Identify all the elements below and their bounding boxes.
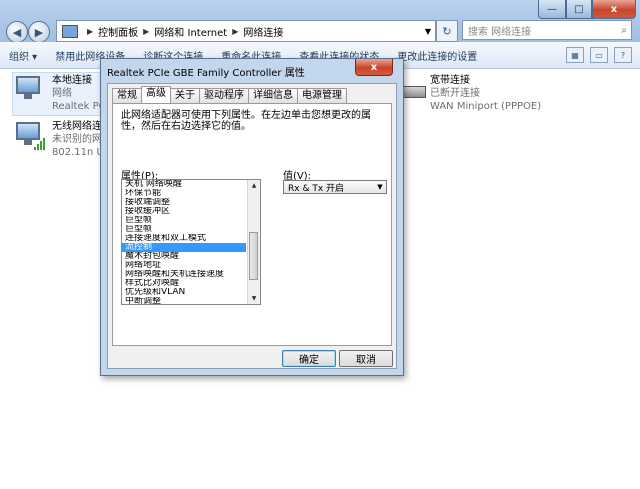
property-listbox[interactable]: 关机 网络唤醒 环保节能 接收端调整 接收缓冲区 巨型帧 巨型帧 连接速度和双工模式 流控制魔…	[121, 179, 261, 305]
dialog-close-button[interactable]: x	[355, 59, 393, 76]
address-bar[interactable]: ▶ 控制面板 ▶ 网络和 Internet ▶ 网络连接 ▼	[56, 20, 436, 42]
breadcrumb-item[interactable]: 控制面板	[98, 24, 138, 39]
panel-description: 此网络适配器可使用下列属性。在左边单击您想更改的属性，然后在右边选择它的值。	[121, 110, 371, 132]
chevron-down-icon: ▼	[377, 183, 383, 191]
organize-menu[interactable]: 组织 ▾	[0, 48, 46, 63]
value-select[interactable]: Rx & Tx 开启 ▼	[283, 180, 387, 194]
connection-status: 网络	[52, 88, 72, 99]
scroll-thumb[interactable]	[249, 232, 258, 280]
connection-wireless[interactable]: 无线网络连 未识别的网络 802.11n U	[14, 120, 112, 159]
scroll-down-icon[interactable]: ▼	[248, 293, 260, 304]
view-controls: ▦ ▭ ?	[566, 47, 640, 63]
dialog-title: Realtek PCIe GBE Family Controller 属性	[107, 68, 305, 79]
wireless-adapter-icon	[14, 120, 46, 152]
listbox-scrollbar[interactable]: ▲ ▼	[247, 180, 260, 304]
tab-general[interactable]: 常规	[112, 88, 142, 103]
chevron-right-icon: ▶	[143, 26, 150, 36]
cancel-button[interactable]: 取消	[339, 350, 393, 367]
chevron-right-icon: ▶	[232, 26, 239, 36]
control-panel-icon	[62, 24, 78, 38]
back-button[interactable]: ◀	[6, 21, 28, 43]
property-list-item[interactable]: 巨型帧	[122, 225, 246, 234]
scroll-up-icon[interactable]: ▲	[248, 180, 260, 191]
chevron-right-icon: ▶	[87, 26, 94, 36]
search-icon: ⌕	[621, 24, 627, 36]
property-list-item[interactable]: 样式比对唤醒	[122, 279, 246, 288]
view-options-icon[interactable]: ▦	[566, 47, 584, 63]
tab-driver[interactable]: 驱动程序	[199, 88, 249, 103]
property-list-item[interactable]: 接收端调整	[122, 198, 246, 207]
connection-device: WAN Miniport (PPPOE)	[430, 101, 542, 112]
connection-broadband[interactable]: 宽带连接 已断开连接 WAN Miniport (PPPOE)	[400, 74, 541, 113]
property-list-item[interactable]: 网络地址	[122, 261, 246, 270]
connection-name: 宽带连接	[430, 75, 470, 86]
property-list-item[interactable]: 接收缓冲区	[122, 207, 246, 216]
close-button[interactable]: x	[592, 0, 636, 19]
dialog-body: 常规 高级 关于 驱动程序 详细信息 电源管理 此网络适配器可使用下列属性。在左…	[107, 83, 397, 369]
connection-status: 已断开连接	[430, 88, 480, 99]
minimize-button[interactable]: —	[538, 0, 566, 19]
tab-strip: 常规 高级 关于 驱动程序 详细信息 电源管理	[112, 86, 347, 103]
help-icon[interactable]: ?	[614, 47, 632, 63]
window-controls: — □ x	[538, 0, 636, 19]
connection-device: Realtek PC	[52, 101, 106, 112]
properties-dialog: Realtek PCIe GBE Family Controller 属性 x …	[100, 58, 404, 376]
breadcrumb: ▶ 控制面板 ▶ 网络和 Internet ▶ 网络连接	[82, 24, 283, 39]
maximize-button[interactable]: □	[566, 0, 592, 19]
property-list-item[interactable]: 中断调整	[122, 297, 246, 304]
property-list-item[interactable]: 巨型帧	[122, 216, 246, 225]
breadcrumb-item[interactable]: 网络和 Internet	[154, 24, 227, 39]
tab-power-management[interactable]: 电源管理	[297, 88, 347, 103]
signal-bars-icon	[34, 138, 45, 150]
chevron-down-icon[interactable]: ▼	[421, 27, 435, 36]
connection-local[interactable]: 本地连接 网络 Realtek PC	[14, 74, 106, 113]
property-list-item[interactable]: 优先级和VLAN	[122, 288, 246, 297]
property-list-item[interactable]: 连接速度和双工模式	[122, 234, 246, 243]
network-adapter-icon	[14, 74, 46, 106]
property-list-item[interactable]: 环保节能	[122, 189, 246, 198]
tab-details[interactable]: 详细信息	[248, 88, 298, 103]
arrow-right-icon: ▶	[34, 25, 44, 39]
refresh-icon: ↻	[442, 24, 452, 38]
property-list-item[interactable]: 流控制	[122, 243, 246, 252]
tab-advanced[interactable]: 高级	[141, 86, 171, 103]
property-list-item[interactable]: 魔术封包唤醒	[122, 252, 246, 261]
property-list-item[interactable]: 网络唤醒和关机连接速度	[122, 270, 246, 279]
explorer-title-bar: — □ x ◀ ▶ ▶ 控制面板 ▶ 网络和 Internet ▶ 网络连接 ▼…	[0, 0, 640, 43]
search-placeholder: 搜索 网络连接	[468, 26, 532, 38]
refresh-button[interactable]: ↻	[436, 20, 458, 42]
value-select-current: Rx & Tx 开启	[288, 183, 345, 194]
tab-about[interactable]: 关于	[170, 88, 200, 103]
ok-button[interactable]: 确定	[282, 350, 336, 367]
advanced-tab-panel: 此网络适配器可使用下列属性。在左边单击您想更改的属性，然后在右边选择它的值。 属…	[112, 103, 392, 346]
connection-name: 本地连接	[52, 75, 92, 86]
property-list-item[interactable]: 关机 网络唤醒	[122, 180, 246, 189]
preview-pane-icon[interactable]: ▭	[590, 47, 608, 63]
breadcrumb-item[interactable]: 网络连接	[243, 24, 283, 39]
forward-button[interactable]: ▶	[28, 21, 50, 43]
search-input[interactable]: 搜索 网络连接 ⌕	[462, 20, 632, 40]
property-items: 关机 网络唤醒 环保节能 接收端调整 接收缓冲区 巨型帧 巨型帧 连接速度和双工模式 流控制魔…	[122, 180, 246, 304]
arrow-left-icon: ◀	[12, 25, 22, 39]
